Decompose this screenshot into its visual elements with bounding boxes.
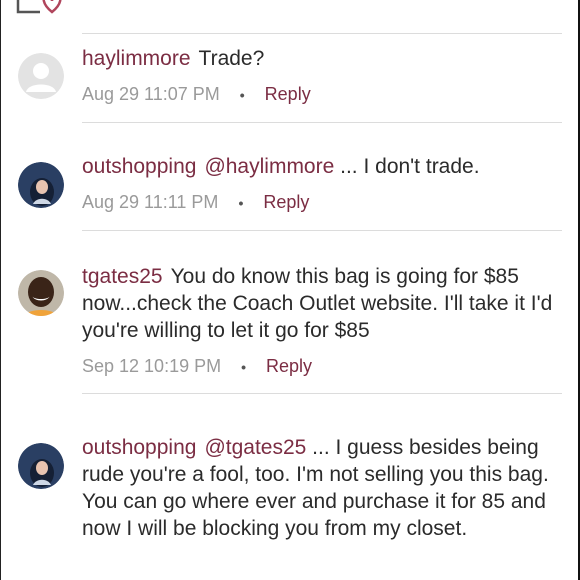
separator-dot: • <box>238 194 244 211</box>
comment-username[interactable]: outshopping <box>82 436 196 459</box>
divider <box>82 230 562 231</box>
comment-text: haylimmore Trade? <box>82 45 562 72</box>
comment-meta: Aug 29 11:07 PM • Reply <box>82 84 562 105</box>
comment-meta: Sep 12 10:19 PM • Reply <box>82 356 562 377</box>
divider <box>82 122 562 123</box>
heart-bag-icon[interactable] <box>14 0 66 16</box>
comment-timestamp: Sep 12 10:19 PM <box>82 356 222 376</box>
separator-dot: • <box>239 86 245 103</box>
user-avatar[interactable] <box>18 443 64 489</box>
comment-username[interactable]: haylimmore <box>82 47 191 70</box>
reply-button[interactable]: Reply <box>263 192 309 213</box>
user-avatar[interactable] <box>18 162 64 208</box>
comment-text: tgates25 You do know this bag is going fo… <box>82 263 562 344</box>
comment-timestamp: Aug 29 11:11 PM <box>82 192 219 212</box>
comment-body: ... I don't trade. <box>334 155 480 178</box>
comment-timestamp: Aug 29 11:07 PM <box>82 84 220 104</box>
comment-text: outshopping @haylimmore ... I don't trade… <box>82 153 562 180</box>
user-avatar[interactable] <box>18 270 64 316</box>
divider <box>82 33 562 34</box>
comment-meta: Aug 29 11:11 PM • Reply <box>82 192 562 213</box>
comment-username[interactable]: tgates25 <box>82 265 163 288</box>
reply-button[interactable]: Reply <box>266 356 312 377</box>
separator-dot: • <box>241 358 247 375</box>
default-avatar-icon[interactable] <box>18 53 64 99</box>
reply-button[interactable]: Reply <box>265 84 311 105</box>
comment-username[interactable]: outshopping <box>82 155 196 178</box>
comment-body: Trade? <box>198 47 265 70</box>
comment-text: outshopping @tgates25 ... I guess besides… <box>82 434 562 542</box>
comment-mention[interactable]: @haylimmore <box>204 155 334 178</box>
divider <box>82 393 562 394</box>
comment-mention[interactable]: @tgates25 <box>204 436 306 459</box>
